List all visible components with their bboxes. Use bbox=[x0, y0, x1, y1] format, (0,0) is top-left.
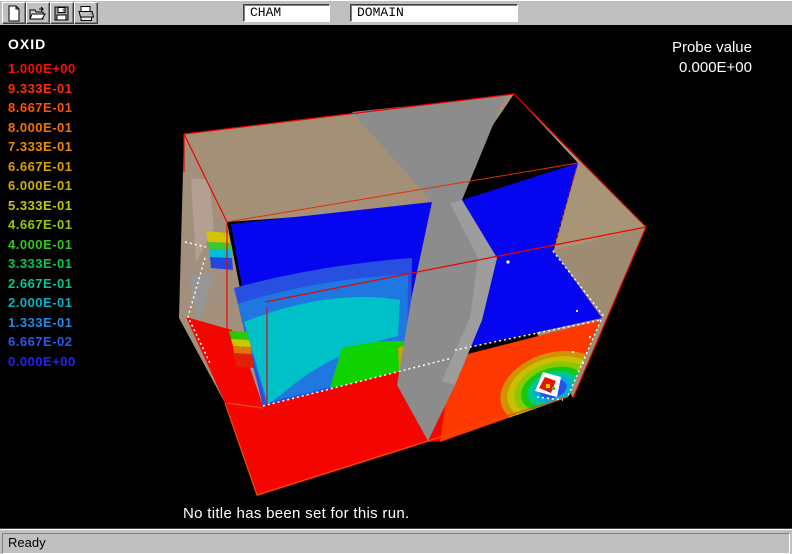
print-icon bbox=[77, 5, 95, 23]
legend-value: 6.000E-01 bbox=[8, 176, 76, 196]
legend-value: 2.000E-01 bbox=[8, 293, 76, 313]
probe-readout: Probe value 0.000E+00 bbox=[648, 38, 752, 78]
status-bar: Ready bbox=[0, 528, 792, 554]
legend-value: 4.000E-01 bbox=[8, 235, 76, 255]
probe-label: Probe value bbox=[648, 38, 752, 58]
probe-value: 0.000E+00 bbox=[648, 58, 752, 78]
legend-value: 6.667E-02 bbox=[8, 332, 76, 352]
legend-value: 1.333E-01 bbox=[8, 313, 76, 333]
toolbar: CHAM DOMAIN bbox=[0, 0, 792, 25]
case-name-field[interactable]: CHAM bbox=[243, 4, 330, 22]
save-file-icon bbox=[53, 5, 71, 23]
print-button[interactable] bbox=[74, 2, 98, 24]
open-file-button[interactable] bbox=[26, 2, 50, 24]
legend-value: 3.333E-01 bbox=[8, 254, 76, 274]
legend-panel: OXID 1.000E+00 9.333E-01 8.667E-01 8.000… bbox=[8, 36, 76, 371]
legend-value: 0.000E+00 bbox=[8, 352, 76, 372]
open-file-icon bbox=[29, 5, 47, 23]
viewport-3d[interactable]: OXID 1.000E+00 9.333E-01 8.667E-01 8.000… bbox=[0, 25, 792, 528]
run-title-message: No title has been set for this run. bbox=[183, 505, 409, 522]
object-name-field[interactable]: DOMAIN bbox=[350, 4, 518, 22]
scene-3d-render bbox=[0, 25, 792, 528]
legend-value: 6.667E-01 bbox=[8, 157, 76, 177]
new-file-button[interactable] bbox=[2, 2, 26, 24]
legend-value: 7.333E-01 bbox=[8, 137, 76, 157]
legend-value: 1.000E+00 bbox=[8, 59, 76, 79]
legend-value: 4.667E-01 bbox=[8, 215, 76, 235]
variable-name: OXID bbox=[8, 36, 76, 52]
legend-value: 2.667E-01 bbox=[8, 274, 76, 294]
legend-value: 5.333E-01 bbox=[8, 196, 76, 216]
new-file-icon bbox=[5, 5, 23, 23]
legend-value: 8.000E-01 bbox=[8, 118, 76, 138]
save-file-button[interactable] bbox=[50, 2, 74, 24]
application-window: CHAM DOMAIN bbox=[0, 0, 792, 554]
status-message: Ready bbox=[2, 533, 790, 554]
legend-value: 8.667E-01 bbox=[8, 98, 76, 118]
legend-value: 9.333E-01 bbox=[8, 79, 76, 99]
